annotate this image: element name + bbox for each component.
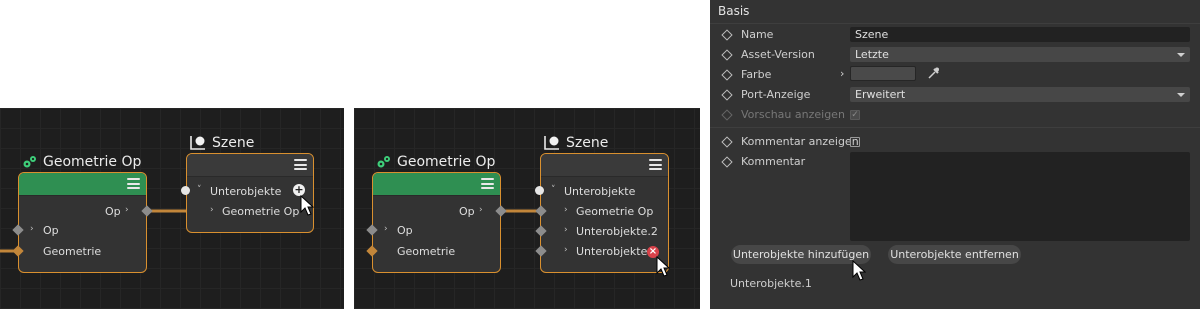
show-comment-label: Kommentar anzeigen — [741, 135, 859, 148]
child-label: Geometrie Op — [222, 205, 300, 218]
node-editor-canvas-2[interactable]: Geometrie Op Op › › Op Geometrie Szene ˅… — [354, 108, 700, 309]
asset-version-dropdown[interactable]: Letzte — [850, 47, 1190, 62]
preview-label: Vorschau anzeigen — [741, 108, 845, 121]
chevron-right-icon: › — [479, 205, 483, 215]
chevron-right-icon[interactable]: › — [840, 67, 844, 80]
asset-version-label: Asset-Version — [741, 48, 815, 61]
chevron-right-icon: › — [125, 205, 129, 215]
group-label: Unterobjekte — [210, 185, 282, 198]
gears-icon — [23, 156, 36, 168]
mouse-cursor-icon — [852, 260, 866, 281]
child-label: Unterobjekte.2 — [576, 225, 658, 238]
child-entry-label: Unterobjekte.1 — [730, 277, 812, 290]
chevron-right-icon: › — [564, 225, 568, 235]
port-display-dropdown[interactable]: Erweitert — [850, 87, 1190, 102]
attribute-panel: Basis Name Szene Asset-Version Letzte Fa… — [710, 0, 1200, 309]
chevron-right-icon: › — [210, 205, 214, 215]
geometry-op-title: Geometrie Op — [376, 154, 495, 170]
keyframe-diamond-icon[interactable] — [721, 69, 733, 81]
node-header[interactable] — [19, 173, 146, 196]
child-label: Unterobjekte.3 — [576, 245, 658, 258]
geometry-op-title-text: Geometrie Op — [397, 154, 496, 170]
keyframe-diamond-icon[interactable] — [721, 136, 733, 148]
preview-checkbox: ✓ — [850, 110, 860, 120]
menu-icon[interactable] — [127, 178, 140, 189]
name-label: Name — [741, 28, 774, 41]
dropdown-arrow-icon — [1177, 93, 1185, 97]
node-editor-canvas-1[interactable]: Geometrie Op Op › › Op Geometrie Szene ˅… — [0, 108, 344, 309]
dropdown-arrow-icon — [1177, 53, 1185, 57]
name-field[interactable]: Szene — [850, 27, 1190, 42]
mouse-cursor-icon — [300, 195, 314, 216]
section-title: Basis — [718, 4, 750, 18]
menu-icon[interactable] — [481, 178, 494, 189]
eyedropper-icon[interactable] — [926, 66, 940, 80]
geometry-op-title: Geometrie Op — [22, 154, 141, 170]
comment-textarea[interactable] — [850, 152, 1190, 241]
keyframe-diamond-icon[interactable] — [721, 29, 733, 41]
comment-label: Kommentar — [741, 155, 806, 168]
menu-icon[interactable] — [649, 159, 662, 170]
child-label: Geometrie Op — [576, 205, 654, 218]
keyframe-diamond-icon — [721, 109, 733, 121]
node-header[interactable] — [187, 154, 313, 177]
mouse-cursor-icon — [656, 256, 670, 277]
color-label: Farbe — [741, 68, 772, 81]
divider — [710, 23, 1200, 24]
keyframe-diamond-icon[interactable] — [721, 89, 733, 101]
scene-title: Szene — [189, 134, 254, 152]
asset-version-value: Letzte — [855, 48, 889, 61]
scene-icon — [190, 136, 205, 150]
chevron-right-icon: › — [384, 224, 388, 234]
chevron-right-icon: › — [564, 205, 568, 215]
color-swatch[interactable] — [850, 66, 916, 81]
keyframe-diamond-icon[interactable] — [721, 156, 733, 168]
input-geometry-label: Geometrie — [43, 245, 102, 258]
input-port-children[interactable] — [535, 186, 544, 195]
add-children-button[interactable]: Unterobjekte hinzufügen — [731, 245, 871, 264]
input-port-children[interactable] — [181, 186, 190, 195]
divider — [710, 127, 1200, 128]
chevron-down-icon: ˅ — [197, 185, 202, 195]
output-port-label: Op — [459, 205, 475, 218]
geometry-op-title-text: Geometrie Op — [43, 154, 142, 170]
output-port-label: Op — [105, 205, 121, 218]
show-comment-checkbox[interactable] — [850, 137, 860, 147]
scene-title-text: Szene — [566, 135, 609, 151]
group-label: Unterobjekte — [564, 185, 636, 198]
scene-title: Szene — [543, 134, 608, 152]
keyframe-diamond-icon[interactable] — [721, 49, 733, 61]
gears-icon — [377, 156, 390, 168]
port-display-value: Erweitert — [855, 88, 906, 101]
input-op-label: Op — [397, 224, 413, 237]
port-display-label: Port-Anzeige — [741, 88, 811, 101]
node-header[interactable] — [373, 173, 500, 196]
node-header[interactable] — [541, 154, 668, 177]
remove-children-button[interactable]: Unterobjekte entfernen — [888, 245, 1021, 264]
input-op-label: Op — [43, 224, 59, 237]
menu-icon[interactable] — [294, 159, 307, 170]
chevron-right-icon: › — [30, 224, 34, 234]
chevron-down-icon: ˅ — [551, 185, 556, 195]
input-geometry-label: Geometrie — [397, 245, 456, 258]
scene-icon — [544, 136, 559, 150]
scene-title-text: Szene — [212, 135, 255, 151]
chevron-right-icon: › — [564, 245, 568, 255]
